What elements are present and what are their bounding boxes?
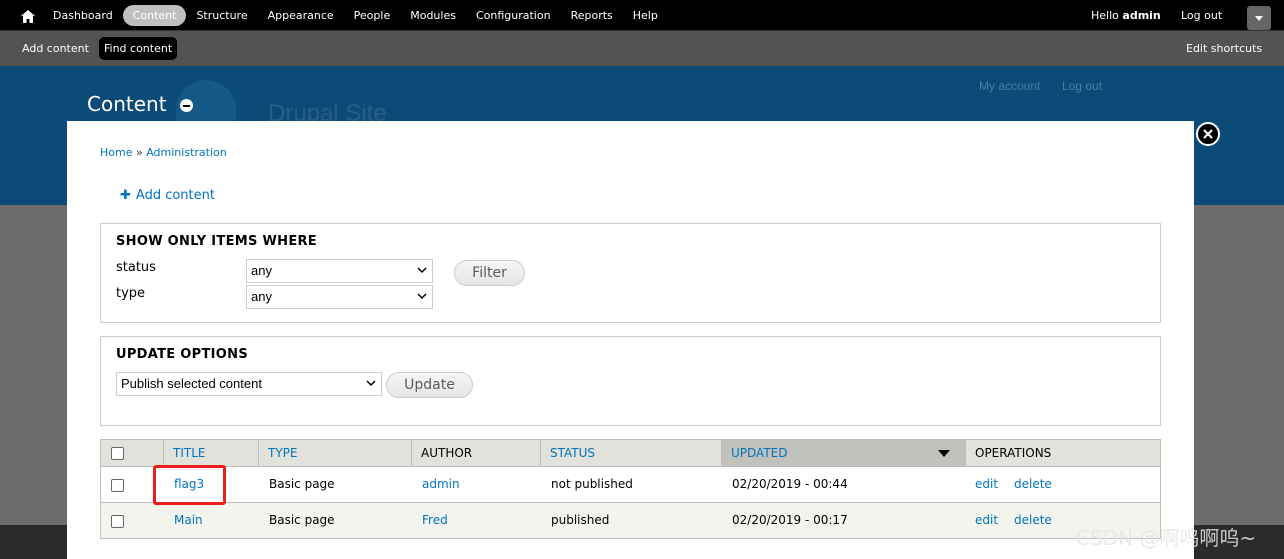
type-label: type (116, 286, 146, 301)
shortcut-find-content[interactable]: Find content (99, 37, 178, 60)
header-operations: OPERATIONS (975, 446, 1052, 460)
sort-title-link[interactable]: TITLE (173, 446, 205, 460)
menu-item-help[interactable]: Help (623, 5, 668, 26)
plus-icon: ✚ (120, 188, 131, 203)
add-content-link[interactable]: ✚ Add content (120, 188, 215, 203)
edit-shortcuts-link[interactable]: Edit shortcuts (1181, 37, 1267, 60)
status-select-value: any (251, 263, 272, 278)
row-updated: 02/20/2019 - 00:44 (732, 477, 848, 491)
sort-status-link[interactable]: STATUS (550, 446, 595, 460)
sort-type-link[interactable]: TYPE (268, 446, 297, 460)
my-account-link: My account (979, 79, 1041, 93)
admin-toolbar: Dashboard Content Structure Appearance P… (0, 0, 1284, 31)
sort-desc-icon (938, 450, 950, 457)
minus-circle-icon[interactable] (180, 99, 193, 112)
table-row: Main Basic page Fred published 02/20/201… (100, 503, 1161, 539)
row-status: published (551, 513, 610, 527)
header-updated: UPDATED (722, 440, 966, 466)
menu-item-modules[interactable]: Modules (400, 5, 466, 26)
menu-item-content[interactable]: Content (122, 5, 187, 26)
row-delete-link[interactable]: delete (1014, 467, 1052, 502)
update-button[interactable]: Update (386, 372, 473, 398)
row-checkbox[interactable] (111, 515, 124, 528)
chevron-down-icon (417, 267, 427, 274)
close-icon (1203, 129, 1213, 139)
chevron-down-icon (417, 293, 427, 300)
row-edit-link[interactable]: edit (975, 467, 998, 502)
add-content-label: Add content (135, 188, 215, 203)
row-type: Basic page (269, 477, 335, 491)
shortcuts-bar: Add content Find content Edit shortcuts (0, 31, 1284, 66)
content-table-header: TITLE TYPE AUTHOR STATUS UPDATED OPERATI… (100, 439, 1161, 467)
menu-item-configuration[interactable]: Configuration (466, 5, 561, 26)
breadcrumb-separator: » (135, 146, 143, 159)
filter-heading: SHOW ONLY ITEMS WHERE (116, 234, 317, 249)
status-label: status (116, 260, 156, 275)
row-author-link[interactable]: Fred (422, 503, 448, 538)
highlight-box (153, 465, 226, 505)
chevron-down-icon (366, 380, 376, 387)
logout-link[interactable]: Log out (1181, 9, 1222, 22)
menu-item-appearance[interactable]: Appearance (258, 5, 344, 26)
overlay-title: Content (87, 92, 167, 116)
menu-item-reports[interactable]: Reports (561, 5, 623, 26)
sort-updated-link[interactable]: UPDATED (731, 446, 787, 460)
table-row: flag3 Basic page admin not published 02/… (100, 467, 1161, 503)
watermark: CSDN @啊呜啊呜~ (1076, 526, 1257, 550)
greeting-prefix: Hello (1091, 9, 1119, 22)
overlay-panel: Home » Administration ✚ Add content SHOW… (67, 121, 1194, 559)
row-title-link[interactable]: Main (174, 503, 203, 538)
breadcrumb: Home » Administration (100, 146, 227, 159)
row-author-link[interactable]: admin (422, 467, 460, 502)
menu-item-dashboard[interactable]: Dashboard (43, 5, 123, 26)
row-status: not published (551, 477, 633, 491)
row-edit-link[interactable]: edit (975, 503, 998, 538)
user-greeting: Hello admin (1091, 9, 1161, 22)
header-title: TITLE (164, 440, 259, 466)
breadcrumb-home[interactable]: Home (100, 146, 132, 159)
header-author: AUTHOR (412, 440, 541, 466)
shortcut-add-content[interactable]: Add content (17, 37, 94, 60)
home-icon[interactable] (18, 6, 38, 26)
admin-menu: Dashboard Content Structure Appearance P… (43, 5, 668, 26)
header-status: STATUS (541, 440, 722, 466)
menu-item-people[interactable]: People (344, 5, 401, 26)
select-all-checkbox[interactable] (111, 447, 124, 460)
update-options-fieldset: UPDATE OPTIONS Publish selected content … (100, 336, 1161, 426)
status-select[interactable]: any (246, 259, 433, 283)
row-delete-link[interactable]: delete (1014, 503, 1052, 538)
username[interactable]: admin (1122, 9, 1160, 22)
update-action-value: Publish selected content (121, 376, 262, 391)
header-type: TYPE (259, 440, 412, 466)
menu-item-structure[interactable]: Structure (186, 5, 257, 26)
type-select-value: any (251, 289, 272, 304)
chevron-down-icon (1255, 15, 1263, 21)
update-options-heading: UPDATE OPTIONS (116, 347, 248, 362)
filter-fieldset: SHOW ONLY ITEMS WHERE status any type an… (100, 223, 1161, 323)
type-select[interactable]: any (246, 285, 433, 309)
filter-button[interactable]: Filter (454, 260, 525, 286)
close-overlay-button[interactable] (1196, 122, 1220, 146)
breadcrumb-administration[interactable]: Administration (146, 146, 227, 159)
bg-logout-link: Log out (1062, 79, 1103, 93)
row-type: Basic page (269, 513, 335, 527)
row-updated: 02/20/2019 - 00:17 (732, 513, 848, 527)
header-select-all (101, 440, 164, 466)
row-checkbox[interactable] (111, 479, 124, 492)
update-action-select[interactable]: Publish selected content (116, 372, 382, 396)
shortcut-toggle-button[interactable] (1247, 6, 1271, 30)
